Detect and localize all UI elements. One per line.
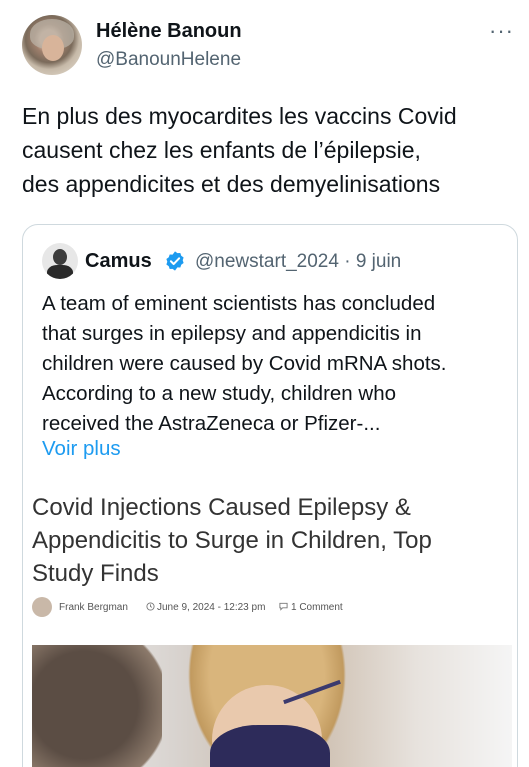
image-background-person xyxy=(32,645,162,767)
clock-icon xyxy=(146,602,155,611)
author-name[interactable]: Hélène Banoun xyxy=(96,20,242,43)
author-avatar[interactable] xyxy=(22,15,82,75)
article-meta: Frank Bergman June 9, 2024 - 12:23 pm 1 … xyxy=(32,597,512,619)
show-more-link[interactable]: Voir plus xyxy=(42,437,121,461)
article-image xyxy=(32,645,512,767)
article-date: June 9, 2024 - 12:23 pm xyxy=(157,602,266,613)
author-handle[interactable]: @BanounHelene xyxy=(96,49,241,71)
article-author: Frank Bergman xyxy=(59,602,128,613)
quoted-text: A team of eminent scientists has conclud… xyxy=(42,292,447,435)
article-comments: 1 Comment xyxy=(291,602,343,613)
comment-icon xyxy=(279,602,288,611)
more-options-icon[interactable]: ··· xyxy=(489,18,514,44)
image-face-mask xyxy=(210,725,330,767)
avatar-suit xyxy=(47,265,73,279)
tweet-text: En plus des myocardites les vaccins Covi… xyxy=(22,103,457,197)
verified-badge-icon xyxy=(166,251,184,271)
tweet-header: Hélène Banoun @BanounHelene ··· xyxy=(20,14,516,78)
article-card[interactable]: Covid Injections Caused Epilepsy & Appen… xyxy=(23,475,517,767)
quoted-handle-date[interactable]: @newstart_2024 · 9 juin xyxy=(195,251,401,273)
quoted-author-name[interactable]: Camus xyxy=(85,250,152,273)
article-title: Covid Injections Caused Epilepsy & Appen… xyxy=(32,494,432,587)
quoted-author-avatar[interactable] xyxy=(42,243,78,279)
avatar-head xyxy=(53,249,67,265)
avatar-face xyxy=(42,35,64,61)
quoted-tweet[interactable]: Camus @newstart_2024 · 9 juin A team of … xyxy=(22,224,518,767)
article-author-avatar xyxy=(32,597,52,617)
